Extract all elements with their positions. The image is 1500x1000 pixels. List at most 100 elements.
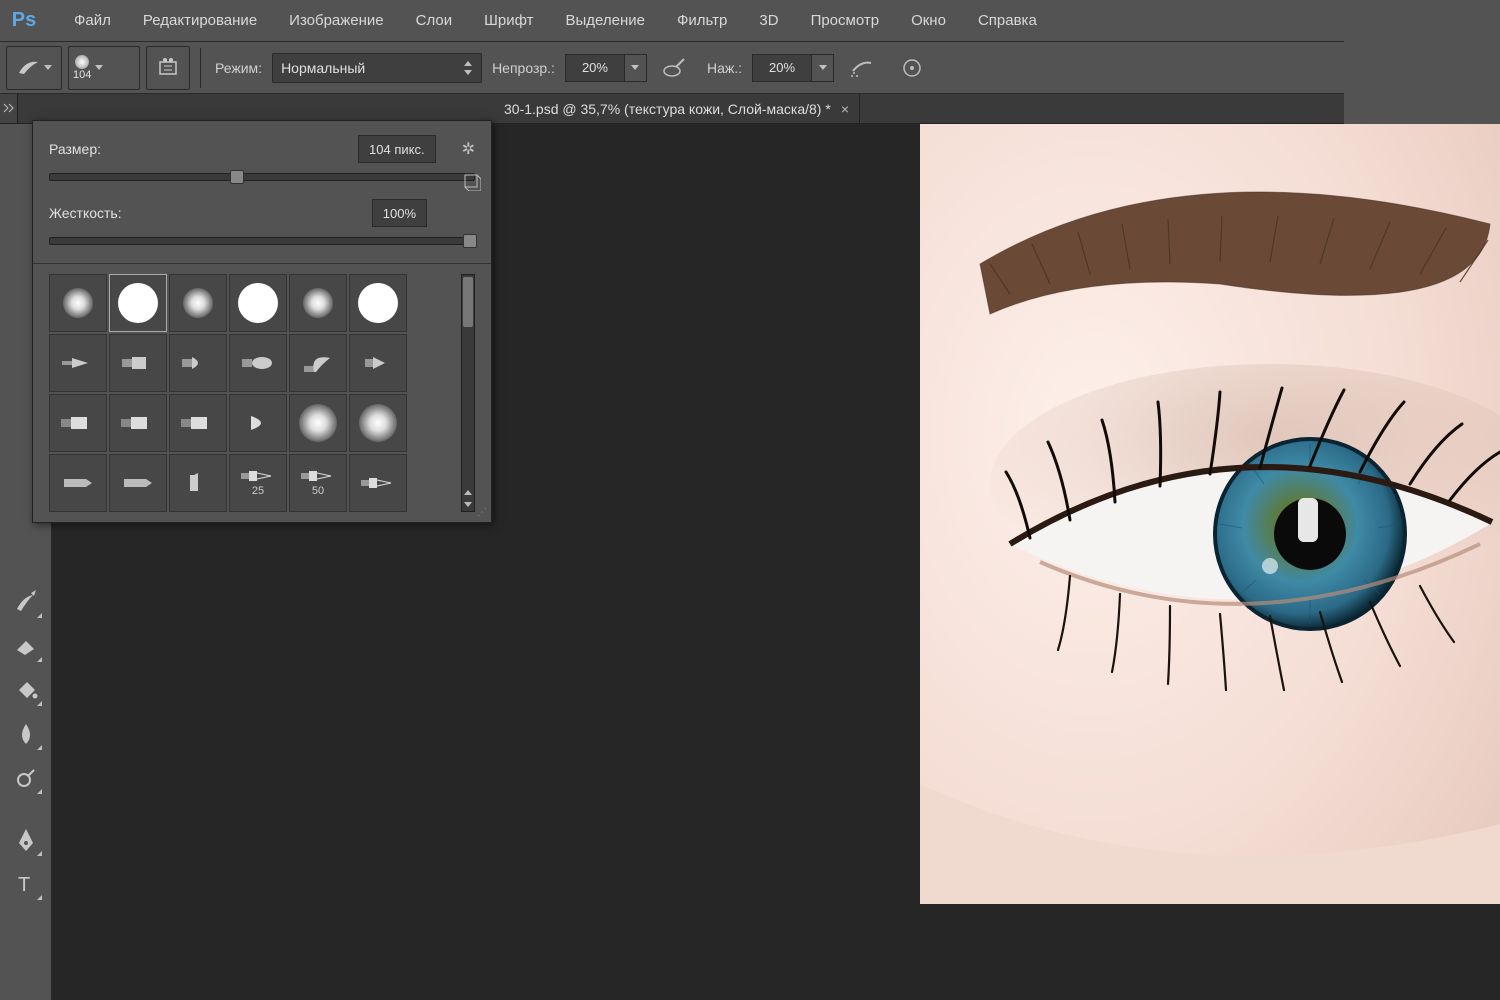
brush-preset[interactable] (169, 334, 227, 392)
app-logo: Ps (8, 5, 40, 37)
mode-select[interactable]: Нормальный (272, 53, 482, 83)
new-preset-icon[interactable] (463, 173, 481, 191)
pen-icon (15, 827, 37, 853)
brush-preset[interactable] (289, 394, 347, 452)
brush-preset-popover: Размер: 104 пикс. ✲ Жесткость: 100% (32, 120, 492, 523)
scroll-up-icon[interactable] (464, 490, 472, 495)
brush-preset[interactable] (229, 334, 287, 392)
tool-preset-picker[interactable] (6, 46, 62, 90)
drop-icon (16, 722, 36, 746)
chevron-down-icon (819, 65, 827, 70)
separator (33, 263, 491, 264)
brush-preset[interactable] (109, 394, 167, 452)
panel-collapse-handle[interactable] (0, 94, 18, 123)
menu-window[interactable]: Окно (895, 12, 962, 29)
size-slider[interactable] (49, 173, 475, 181)
menu-bar: Ps Файл Редактирование Изображение Слои … (0, 0, 1344, 42)
slider-thumb[interactable] (230, 170, 244, 184)
brush-preset[interactable]: 25 (229, 454, 287, 512)
gear-icon[interactable]: ✲ (462, 139, 475, 159)
menu-view[interactable]: Просмотр (795, 12, 896, 29)
brush-size-indicator: 104 (73, 69, 91, 81)
tool-paint-bucket[interactable] (8, 672, 44, 708)
preset-size-label: 50 (312, 485, 324, 497)
tool-eraser[interactable] (8, 628, 44, 664)
brush-preset[interactable] (349, 454, 407, 512)
menu-select[interactable]: Выделение (550, 12, 661, 29)
document-tab-title: 30-1.psd @ 35,7% (текстура кожи, Слой-ма… (504, 101, 831, 117)
tool-history-brush[interactable] (8, 584, 44, 620)
menu-edit[interactable]: Редактирование (127, 12, 273, 29)
hardness-field[interactable]: 100% (372, 199, 427, 227)
menu-image[interactable]: Изображение (273, 12, 400, 29)
flow-control[interactable]: 20% (752, 54, 834, 82)
brush-preset[interactable] (109, 334, 167, 392)
opacity-dropdown[interactable] (625, 54, 647, 82)
close-icon[interactable]: × (841, 101, 849, 117)
brush-preset[interactable]: 50 (289, 454, 347, 512)
brush-preset[interactable] (349, 394, 407, 452)
options-bar: 104 Режим: Нормальный Непрозр.: 20% Наж.… (0, 42, 1344, 94)
tool-pen[interactable] (8, 822, 44, 858)
brush-panel-toggle[interactable] (146, 46, 190, 90)
menu-help[interactable]: Справка (962, 12, 1053, 29)
hardness-slider[interactable] (49, 237, 475, 245)
brush-preset[interactable] (349, 274, 407, 332)
brush-preset[interactable] (49, 274, 107, 332)
tablet-size-icon (899, 57, 925, 79)
scroll-down-icon[interactable] (464, 502, 472, 507)
brush-presets-grid: 25 50 (49, 274, 457, 512)
brush-preset[interactable] (49, 334, 107, 392)
tablet-pressure-icon (662, 57, 688, 79)
hardness-value: 100% (383, 206, 416, 221)
brush-preset[interactable] (229, 394, 287, 452)
brush-preset[interactable] (49, 394, 107, 452)
brush-preset[interactable] (169, 454, 227, 512)
tool-dodge[interactable] (8, 760, 44, 796)
tool-type[interactable]: T (8, 866, 44, 902)
document-tab[interactable]: 30-1.psd @ 35,7% (текстура кожи, Слой-ма… (494, 94, 860, 123)
menu-file[interactable]: Файл (58, 12, 127, 29)
brush-preset[interactable] (49, 454, 107, 512)
brush-preset[interactable] (109, 454, 167, 512)
resize-grip-icon[interactable]: ⋰ (477, 507, 485, 518)
menu-type[interactable]: Шрифт (468, 12, 549, 29)
paint-bucket-icon (14, 678, 38, 702)
tool-blur[interactable] (8, 716, 44, 752)
brush-preset-picker[interactable]: 104 (68, 46, 140, 90)
airbrush-toggle[interactable] (840, 46, 884, 90)
size-field[interactable]: 104 пикс. (358, 135, 436, 163)
separator (200, 48, 201, 88)
menu-3d[interactable]: 3D (743, 12, 794, 29)
dodge-icon (14, 766, 38, 790)
brush-preset[interactable] (169, 274, 227, 332)
brush-preset[interactable] (169, 394, 227, 452)
brush-preset[interactable] (349, 334, 407, 392)
brush-preset[interactable] (109, 274, 167, 332)
svg-text:T: T (18, 874, 30, 895)
flow-value[interactable]: 20% (752, 54, 812, 82)
menu-layers[interactable]: Слои (400, 12, 468, 29)
scrollbar-thumb[interactable] (463, 277, 473, 327)
brush-settings-icon (156, 56, 180, 80)
type-icon: T (15, 873, 37, 895)
brush-preset[interactable] (289, 334, 347, 392)
brush-preset[interactable] (229, 274, 287, 332)
mode-label: Режим: (215, 60, 262, 76)
preset-size-label: 25 (252, 485, 264, 497)
app-logo-text: Ps (12, 9, 36, 32)
flow-label: Наж.: (707, 60, 742, 76)
opacity-value[interactable]: 20% (565, 54, 625, 82)
flow-dropdown[interactable] (812, 54, 834, 82)
expand-icon (3, 103, 15, 115)
menu-filter[interactable]: Фильтр (661, 12, 743, 29)
presets-scrollbar[interactable] (461, 274, 475, 512)
slider-thumb[interactable] (463, 234, 477, 248)
brush-preset[interactable] (289, 274, 347, 332)
pressure-size-toggle[interactable] (890, 46, 934, 90)
opacity-control[interactable]: 20% (565, 54, 647, 82)
eraser-icon (14, 636, 38, 656)
opacity-label: Непрозр.: (492, 60, 555, 76)
pressure-opacity-toggle[interactable] (653, 46, 697, 90)
hardness-label: Жесткость: (49, 205, 122, 221)
